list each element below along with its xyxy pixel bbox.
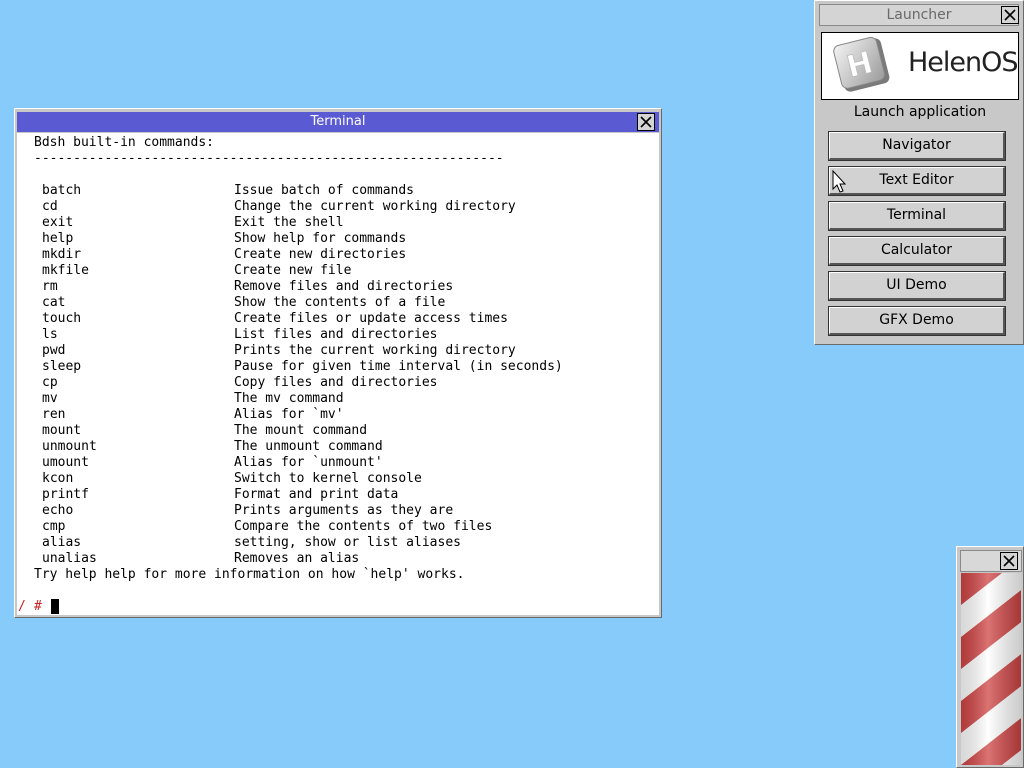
command-description: Remove files and directories — [234, 279, 454, 294]
command-name: ls — [42, 327, 58, 342]
logo-text: HelenOS — [908, 47, 1019, 78]
command-name: alias — [42, 535, 82, 550]
command-description: The unmount command — [234, 439, 383, 454]
command-description: Create new directories — [234, 247, 407, 262]
command-description: Change the current working directory — [234, 199, 516, 214]
command-description: Prints arguments as they are — [234, 503, 454, 518]
launch-application-label: Launch application — [853, 104, 987, 120]
helenos-logo: H HelenOS — [821, 32, 1019, 100]
command-description: Copy files and directories — [234, 375, 438, 390]
command-description: List files and directories — [234, 327, 438, 342]
command-description: Switch to kernel console — [234, 471, 422, 486]
terminal-output[interactable]: Bdsh built-in commands: ----------------… — [17, 133, 659, 615]
command-name: printf — [42, 487, 89, 502]
command-name: umount — [42, 455, 89, 470]
command-name: ren — [42, 407, 66, 422]
close-icon — [1003, 555, 1015, 567]
command-description: Pause for given time interval (in second… — [234, 359, 563, 374]
command-name: batch — [42, 183, 82, 198]
launcher-title: Launcher — [886, 7, 952, 23]
command-description: Create new file — [234, 263, 352, 278]
command-description: Show help for commands — [234, 231, 407, 246]
close-icon — [1004, 9, 1016, 21]
command-name: kcon — [42, 471, 74, 486]
terminal-separator: ----------------------------------------… — [34, 151, 504, 166]
terminal-titlebar[interactable]: Terminal — [17, 112, 659, 132]
command-description: Format and print data — [234, 487, 399, 502]
command-description: The mount command — [234, 423, 368, 438]
command-name: exit — [42, 215, 74, 230]
command-description: Alias for `unmount' — [234, 455, 383, 470]
barber-close-button[interactable] — [1000, 552, 1018, 570]
command-name: mkdir — [42, 247, 82, 262]
command-description: Compare the contents of two files — [234, 519, 493, 534]
command-name: mkfile — [42, 263, 89, 278]
command-name: unmount — [42, 439, 97, 454]
text-editor-button[interactable]: Text Editor — [828, 166, 1006, 196]
command-description: setting, show or list aliases — [234, 535, 461, 550]
command-name: rm — [42, 279, 58, 294]
prompt-symbol: # — [34, 599, 42, 614]
command-description: Removes an alias — [234, 551, 360, 566]
prompt-path: / — [18, 599, 26, 614]
command-name: help — [42, 231, 74, 246]
command-name: pwd — [42, 343, 66, 358]
command-name: unalias — [42, 551, 97, 566]
command-name: touch — [42, 311, 82, 326]
command-description: Show the contents of a file — [234, 295, 446, 310]
ui-demo-button[interactable]: UI Demo — [828, 271, 1006, 301]
command-name: cp — [42, 375, 58, 390]
command-name: echo — [42, 503, 74, 518]
command-description: Exit the shell — [234, 215, 344, 230]
command-description: Prints the current working directory — [234, 343, 516, 358]
terminal-close-button[interactable] — [637, 113, 655, 131]
terminal-button[interactable]: Terminal — [828, 201, 1006, 231]
command-description: Create files or update access times — [234, 311, 508, 326]
mouse-pointer-icon — [832, 170, 847, 193]
terminal-header: Bdsh built-in commands: — [34, 135, 215, 150]
command-name: mount — [42, 423, 82, 438]
navigator-button[interactable]: Navigator — [828, 131, 1006, 161]
launcher-close-button[interactable] — [1001, 6, 1019, 24]
command-name: mv — [42, 391, 58, 406]
command-name: cd — [42, 199, 58, 214]
close-icon — [640, 116, 652, 128]
command-description: Issue batch of commands — [234, 183, 415, 198]
command-name: cat — [42, 295, 66, 310]
calculator-button[interactable]: Calculator — [828, 236, 1006, 266]
command-description: Alias for `mv' — [234, 407, 344, 422]
command-name: cmp — [42, 519, 66, 534]
text-cursor — [51, 599, 59, 614]
barber-pole-icon — [961, 573, 1021, 765]
terminal-window[interactable]: Terminal Bdsh built-in commands: -------… — [14, 108, 662, 618]
gfx-demo-button[interactable]: GFX Demo — [828, 306, 1006, 336]
barber-pole-window[interactable] — [956, 546, 1024, 768]
launcher-titlebar[interactable]: Launcher — [819, 4, 1019, 26]
command-name: sleep — [42, 359, 82, 374]
command-description: The mv command — [234, 391, 344, 406]
helenos-logo-icon: H — [833, 36, 890, 92]
terminal-title: Terminal — [310, 114, 366, 129]
terminal-footer: Try help help for more information on ho… — [34, 567, 465, 582]
